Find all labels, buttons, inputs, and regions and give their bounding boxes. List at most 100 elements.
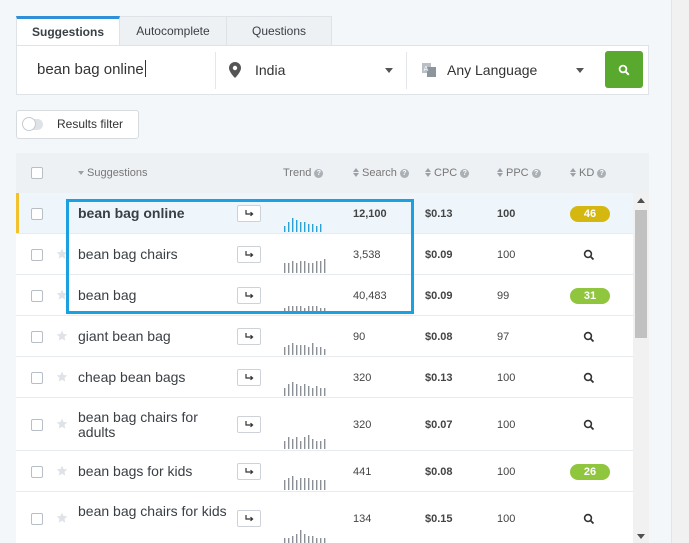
- row-checkbox[interactable]: [31, 372, 43, 384]
- trend-bar: [284, 480, 286, 490]
- scroll-up-arrow-icon[interactable]: [637, 198, 645, 203]
- star-icon[interactable]: [56, 330, 68, 342]
- row-checkbox[interactable]: [31, 419, 43, 431]
- scroll-down-arrow-icon[interactable]: [637, 534, 645, 539]
- row-checkbox[interactable]: [31, 208, 43, 220]
- row-checkbox[interactable]: [31, 466, 43, 478]
- scrollbar-thumb[interactable]: [635, 210, 647, 338]
- help-icon[interactable]: ?: [399, 169, 409, 178]
- search-volume: 134: [353, 513, 372, 525]
- trend-bar: [324, 480, 326, 490]
- star-icon[interactable]: [56, 371, 68, 383]
- keyword-input[interactable]: bean bag online: [37, 60, 146, 78]
- trend-bar: [296, 345, 298, 355]
- check-kd-search-icon[interactable]: [583, 513, 595, 525]
- trend-bar: [320, 347, 322, 355]
- star-icon[interactable]: [56, 418, 68, 430]
- ppc-value: 100: [497, 208, 516, 220]
- trend-bar: [304, 534, 306, 543]
- cpc-value: $0.13: [425, 208, 453, 220]
- language-dropdown-arrow-icon[interactable]: [576, 68, 584, 73]
- search-volume: 320: [353, 372, 372, 384]
- location-dropdown-arrow-icon[interactable]: [385, 68, 393, 73]
- help-icon[interactable]: ?: [460, 169, 470, 178]
- cpc-value: $0.09: [425, 290, 453, 302]
- trend-bar: [292, 439, 294, 449]
- trend-bar: [316, 480, 318, 490]
- keyword-cell[interactable]: bean bags for kids: [78, 464, 228, 479]
- trend-bar: [316, 441, 318, 449]
- column-header-kd[interactable]: KD?: [570, 167, 607, 179]
- check-kd-search-icon[interactable]: [583, 372, 595, 384]
- trend-bar: [316, 538, 318, 543]
- check-kd-search-icon[interactable]: [583, 419, 595, 431]
- table-row[interactable]: bean bags for kids 441 $0.08 100 26: [16, 451, 633, 492]
- location-pin-icon: [229, 62, 241, 78]
- trend-bar: [284, 538, 286, 543]
- row-checkbox[interactable]: [31, 513, 43, 525]
- check-kd-search-icon[interactable]: [583, 249, 595, 261]
- language-select[interactable]: Any Language: [447, 62, 537, 78]
- trend-bar: [300, 478, 302, 490]
- keyword-cell[interactable]: bean bag chairs for kids: [78, 504, 228, 519]
- trend-bar: [296, 384, 298, 396]
- row-checkbox[interactable]: [31, 290, 43, 302]
- column-label: Suggestions: [87, 167, 148, 179]
- trend-bar: [288, 478, 290, 490]
- explore-keyword-button[interactable]: [237, 416, 261, 433]
- column-label: Search: [362, 167, 397, 179]
- help-icon[interactable]: ?: [531, 169, 541, 178]
- page-scrollbar[interactable]: [671, 0, 689, 543]
- table-row[interactable]: cheap bean bags 320 $0.13 100: [16, 357, 633, 398]
- cpc-value: $0.15: [425, 513, 453, 525]
- column-label: KD: [579, 167, 595, 179]
- trend-bar: [284, 441, 286, 449]
- select-all-checkbox[interactable]: [31, 167, 43, 179]
- table-row[interactable]: bean bag chairs for kids 134 $0.15 100: [16, 492, 633, 543]
- table-row[interactable]: bean bag chairs for adults 320 $0.07 100: [16, 398, 633, 451]
- star-icon[interactable]: [56, 512, 68, 524]
- explore-keyword-button[interactable]: [237, 510, 261, 527]
- explore-keyword-button[interactable]: [237, 369, 261, 386]
- trend-bar: [292, 382, 294, 396]
- tab-autocomplete[interactable]: Autocomplete: [120, 16, 227, 46]
- location-select[interactable]: India: [255, 62, 285, 78]
- row-checkbox[interactable]: [31, 249, 43, 261]
- search-volume: 320: [353, 419, 372, 431]
- star-icon[interactable]: [56, 465, 68, 477]
- keyword-cell[interactable]: giant bean bag: [78, 329, 228, 344]
- trend-bar: [304, 478, 306, 490]
- trend-sparkline: [284, 343, 326, 355]
- column-header-trend: Trend?: [283, 167, 324, 179]
- sort-down-icon: [78, 171, 84, 175]
- search-volume: 90: [353, 331, 366, 343]
- trend-bar: [320, 441, 322, 449]
- explore-keyword-button[interactable]: [237, 463, 261, 480]
- trend-bar: [292, 476, 294, 490]
- keyword-cell[interactable]: bean bag chairs for adults: [78, 410, 228, 440]
- column-header-suggestions[interactable]: Suggestions: [78, 167, 148, 179]
- explore-keyword-button[interactable]: [237, 328, 261, 345]
- help-icon[interactable]: ?: [597, 169, 607, 178]
- row-checkbox[interactable]: [31, 331, 43, 343]
- tab-questions[interactable]: Questions: [227, 16, 332, 46]
- translate-icon: A: [422, 63, 436, 77]
- arrow-return-icon: [245, 515, 254, 522]
- search-button[interactable]: [605, 51, 643, 88]
- table-row[interactable]: giant bean bag 90 $0.08 97: [16, 316, 633, 357]
- table-scrollbar[interactable]: [633, 193, 649, 543]
- arrow-return-icon: [245, 374, 254, 381]
- column-header-cpc[interactable]: CPC?: [425, 167, 470, 179]
- tab-suggestions[interactable]: Suggestions: [16, 16, 120, 46]
- results-filter-toggle[interactable]: [22, 117, 43, 131]
- column-header-ppc[interactable]: PPC?: [497, 167, 541, 179]
- help-icon[interactable]: ?: [314, 169, 324, 178]
- column-header-search[interactable]: Search?: [353, 167, 409, 179]
- table-header: Suggestions Trend? Search? CPC? PPC? KD?: [16, 153, 649, 193]
- trend-bar: [296, 534, 298, 543]
- keyword-cell[interactable]: cheap bean bags: [78, 370, 228, 385]
- trend-bar: [308, 435, 310, 449]
- results-filter-button[interactable]: Results filter: [16, 110, 139, 139]
- check-kd-search-icon[interactable]: [583, 331, 595, 343]
- cpc-value: $0.07: [425, 419, 453, 431]
